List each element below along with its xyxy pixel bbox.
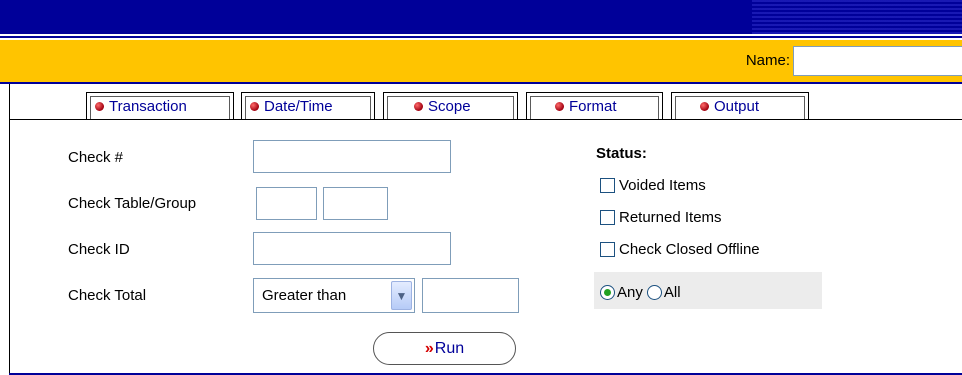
tab-label: Output [714,98,760,115]
chevron-down-icon[interactable]: ▼ [391,281,412,310]
bullet-icon [700,102,709,111]
tab-date-time[interactable]: Date/Time [241,92,375,120]
radio-all-label: All [663,284,681,301]
bullet-icon [95,102,104,111]
bullet-icon [555,102,564,111]
voided-items-option[interactable]: Voided Items [600,177,706,194]
tab-format[interactable]: Format [526,92,663,120]
tab-scope[interactable]: Scope [383,92,518,120]
check-number-input[interactable] [253,140,451,173]
check-id-label: Check ID [68,241,130,258]
top-banner [0,0,962,34]
radio-any[interactable] [600,285,615,300]
checkbox-label: Returned Items [619,209,722,226]
name-bar-divider [0,82,962,84]
check-id-input[interactable] [253,232,451,265]
check-total-input[interactable] [422,278,519,313]
left-border [9,84,10,375]
checkbox-label: Voided Items [619,177,706,194]
tab-label: Transaction [109,98,187,115]
name-label: Name: [745,52,790,69]
tab-output[interactable]: Output [671,92,809,120]
tab-baseline [9,119,962,120]
double-chevron-icon: » [424,339,434,357]
tab-label: Date/Time [264,98,333,115]
tab-transaction[interactable]: Transaction [86,92,234,120]
check-table-input[interactable] [256,187,317,220]
name-input[interactable] [793,46,962,76]
check-table-group-label: Check Table/Group [68,195,197,212]
check-number-label: Check # [68,149,124,166]
banner-divider [0,34,962,38]
check-closed-offline-option[interactable]: Check Closed Offline [600,241,760,258]
status-title: Status: [596,145,647,162]
check-group-input[interactable] [323,187,388,220]
match-radio-group: Any All [600,284,681,301]
run-button[interactable]: » Run [373,332,516,365]
bullet-icon [414,102,423,111]
banner-stripes [752,0,962,34]
radio-any-label: Any [617,284,643,301]
checkbox[interactable] [600,242,615,257]
tab-label: Scope [428,98,471,115]
check-total-operator-select[interactable]: Greater than ▼ [253,278,415,313]
check-total-label: Check Total [68,287,147,304]
returned-items-option[interactable]: Returned Items [600,209,722,226]
radio-all[interactable] [646,285,662,300]
checkbox[interactable] [600,178,615,193]
run-label: Run [434,339,465,357]
checkbox[interactable] [600,210,615,225]
select-value: Greater than [262,287,347,304]
tab-label: Format [569,98,617,115]
bullet-icon [250,102,259,111]
checkbox-label: Check Closed Offline [619,241,760,258]
